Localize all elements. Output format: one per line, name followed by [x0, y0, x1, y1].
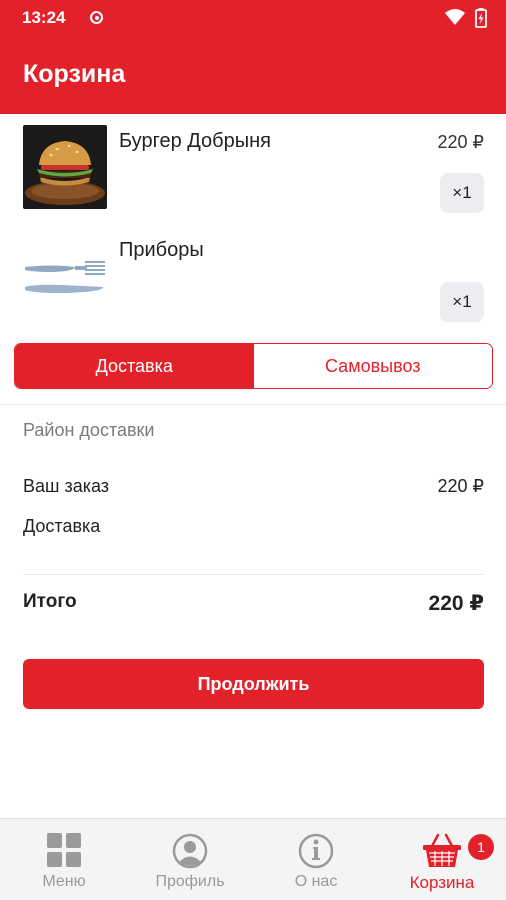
delivery-option[interactable]: Доставка [15, 344, 254, 388]
order-row: Ваш заказ 220 ₽ [23, 476, 484, 497]
status-bar: 13:24 [0, 0, 506, 36]
divider [23, 574, 484, 575]
basket-icon [423, 833, 461, 867]
nav-item-menu[interactable]: Меню [1, 819, 127, 900]
nav-item-profile[interactable]: Профиль [127, 819, 253, 900]
delivery-district-field[interactable]: Район доставки [23, 420, 154, 441]
nav-item-cart[interactable]: Корзина [379, 819, 505, 900]
divider [0, 404, 506, 405]
nav-item-label: Корзина [409, 873, 475, 892]
quantity-button[interactable]: ×1 [440, 173, 484, 213]
nav-item-label: Профиль [155, 873, 225, 890]
cart-item-name: Бургер Добрыня [119, 130, 271, 152]
continue-button[interactable]: Продолжить [23, 659, 484, 709]
total-row: Итого 220 ₽ [23, 591, 484, 615]
nav-item-label: О нас [294, 873, 338, 890]
delivery-row: Доставка [23, 516, 484, 537]
cart-item: Бургер Добрыня 220 ₽ ×1 [0, 121, 506, 221]
order-value: 220 ₽ [437, 476, 485, 496]
status-time: 13:24 [22, 8, 66, 27]
quantity-button[interactable]: ×1 [440, 282, 484, 322]
cart-item-price: 220 ₽ [437, 132, 485, 152]
total-label: Итого [23, 591, 77, 612]
delivery-label: Доставка [23, 516, 101, 536]
battery-icon [475, 8, 487, 28]
page-title: Корзина [23, 60, 126, 88]
info-icon [298, 833, 334, 869]
pickup-option[interactable]: Самовывоз [253, 344, 492, 388]
grid-icon [47, 833, 81, 867]
bottom-navigation: Меню Профиль О нас Корзина [0, 818, 506, 900]
cart-item-name: Приборы [119, 239, 204, 261]
nav-item-about[interactable]: О нас [253, 819, 379, 900]
cart-item: Приборы ×1 [0, 230, 506, 330]
cutlery-image [23, 234, 107, 318]
profile-icon [172, 833, 208, 869]
burger-image [23, 125, 107, 209]
nav-item-label: Меню [42, 873, 86, 890]
delivery-method-toggle: Доставка Самовывоз [14, 343, 493, 389]
app-bar: Корзина [0, 36, 506, 114]
wifi-icon [445, 9, 465, 25]
order-label: Ваш заказ [23, 476, 110, 496]
cart-count-badge: 1 [468, 834, 494, 860]
total-value: 220 ₽ [428, 592, 484, 615]
record-icon [90, 11, 103, 24]
